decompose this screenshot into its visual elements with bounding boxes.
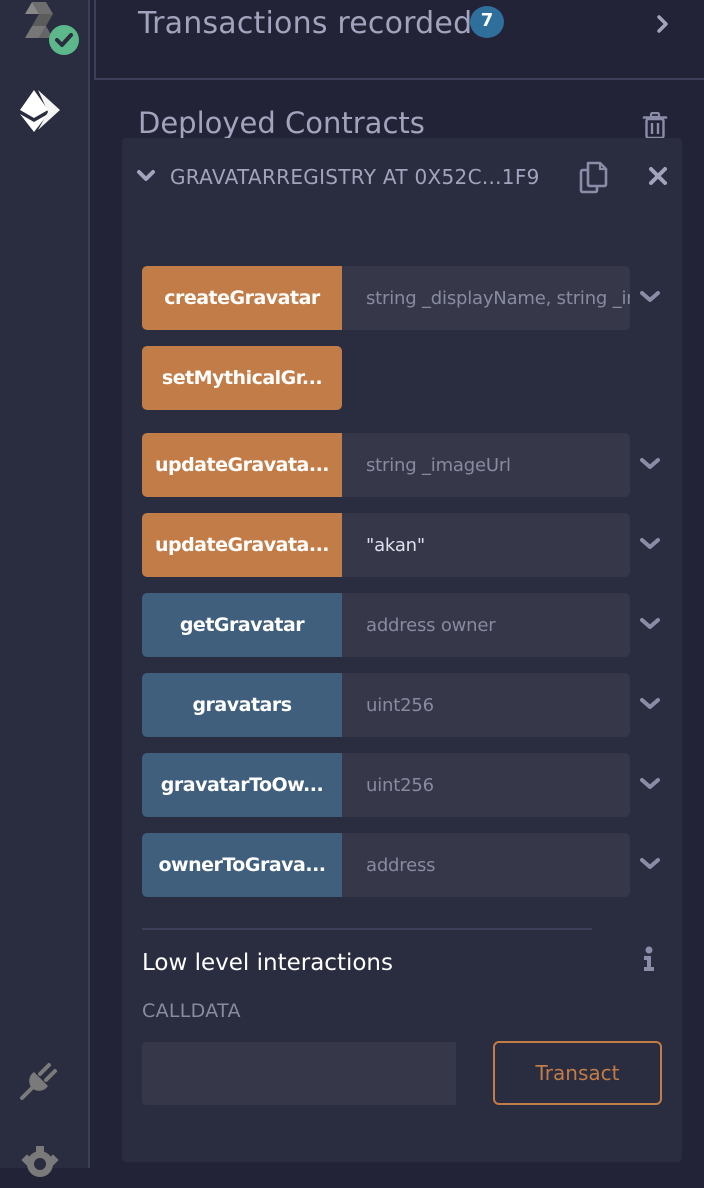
chevron-down-icon[interactable] bbox=[639, 616, 661, 635]
chevron-down-icon[interactable] bbox=[639, 289, 661, 308]
function-button-getGravatar[interactable]: getGravatar bbox=[142, 593, 342, 657]
run-transactions-panel: Transactions recorded 7 Deployed Contrac… bbox=[92, 0, 704, 1168]
transact-button[interactable]: Transact bbox=[493, 1041, 662, 1105]
function-button-updateGravatarName[interactable]: updateGravata... bbox=[142, 513, 342, 577]
function-args-input[interactable] bbox=[342, 433, 630, 497]
function-args-input[interactable] bbox=[342, 266, 630, 330]
function-args-input[interactable] bbox=[342, 673, 630, 737]
chevron-down-icon[interactable] bbox=[136, 168, 156, 187]
copy-address-icon[interactable] bbox=[578, 160, 608, 198]
function-button-ownerToGravatar[interactable]: ownerToGrava... bbox=[142, 833, 342, 897]
solidity-compiler-icon[interactable] bbox=[24, 2, 82, 60]
deployed-contracts-title: Deployed Contracts bbox=[138, 106, 425, 140]
section-divider bbox=[142, 928, 592, 930]
function-args-input[interactable] bbox=[342, 833, 630, 897]
calldata-label: CALLDATA bbox=[142, 1000, 241, 1022]
chevron-down-icon[interactable] bbox=[639, 536, 661, 555]
calldata-input[interactable] bbox=[142, 1042, 456, 1105]
function-args-input[interactable] bbox=[342, 593, 630, 657]
function-button-createGravatar[interactable]: createGravatar bbox=[142, 266, 342, 330]
function-args-input[interactable] bbox=[342, 753, 630, 817]
function-row: getGravatar bbox=[142, 593, 662, 657]
deploy-run-icon[interactable] bbox=[18, 88, 62, 136]
function-row: gravatars bbox=[142, 673, 662, 737]
function-row: gravatarToOw... bbox=[142, 753, 662, 817]
low-level-interactions-title: Low level interactions bbox=[142, 950, 393, 976]
transactions-count-badge: 7 bbox=[470, 6, 504, 38]
function-row: updateGravata... bbox=[142, 513, 662, 577]
function-row: createGravatar bbox=[142, 266, 662, 330]
deployed-contract-card: GRAVATARREGISTRY AT 0X52C...1F9 createGr… bbox=[122, 138, 682, 1162]
function-button-gravatars[interactable]: gravatars bbox=[142, 673, 342, 737]
function-button-setMythicalGravatar[interactable]: setMythicalGr... bbox=[142, 346, 342, 410]
chevron-down-icon[interactable] bbox=[639, 856, 661, 875]
icon-panel bbox=[0, 0, 90, 1177]
function-row: updateGravata... bbox=[142, 433, 662, 497]
function-row: ownerToGrava... bbox=[142, 833, 662, 897]
function-args-input[interactable] bbox=[342, 513, 630, 577]
chevron-down-icon[interactable] bbox=[639, 456, 661, 475]
transactions-recorded-title: Transactions recorded bbox=[138, 6, 473, 41]
function-button-gravatarToOwner[interactable]: gravatarToOw... bbox=[142, 753, 342, 817]
chevron-down-icon[interactable] bbox=[639, 696, 661, 715]
contract-header: GRAVATARREGISTRY AT 0X52C...1F9 bbox=[122, 138, 682, 218]
function-button-updateGravatarImage[interactable]: updateGravata... bbox=[142, 433, 342, 497]
close-icon[interactable] bbox=[648, 166, 668, 190]
plugin-manager-icon[interactable] bbox=[18, 1058, 62, 1106]
transactions-recorded-header[interactable]: Transactions recorded 7 bbox=[94, 0, 704, 80]
info-icon[interactable] bbox=[642, 946, 656, 976]
chevron-right-icon[interactable] bbox=[656, 14, 670, 38]
contract-title: GRAVATARREGISTRY AT 0X52C...1F9 bbox=[170, 165, 540, 189]
function-row: setMythicalGr... bbox=[142, 346, 662, 410]
chevron-down-icon[interactable] bbox=[639, 776, 661, 795]
settings-icon[interactable] bbox=[20, 1144, 60, 1188]
